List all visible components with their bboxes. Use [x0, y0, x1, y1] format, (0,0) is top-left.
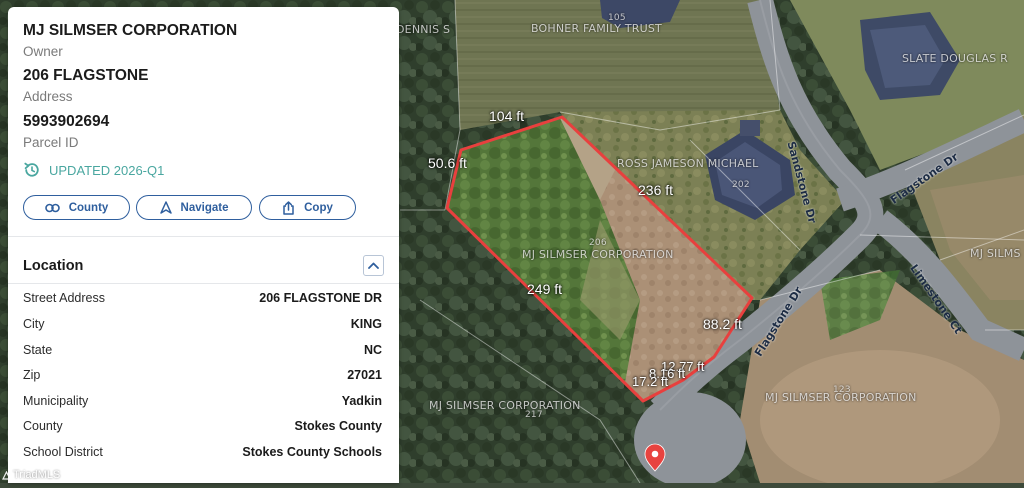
panel-divider — [8, 236, 399, 237]
row-value: Yadkin — [341, 394, 382, 408]
map-label-mj-se: MJ SILMSER CORPORATION — [765, 391, 917, 404]
row-label: County — [23, 419, 63, 433]
property-info-panel: MJ SILMSER CORPORATION Owner 206 FLAGSTO… — [8, 7, 399, 483]
row-value: KING — [350, 317, 382, 331]
copy-button-label: Copy — [304, 201, 333, 214]
parcel-id-label: Parcel ID — [23, 135, 79, 150]
refresh-clock-icon — [24, 162, 39, 177]
watermark: TriadMLS — [2, 469, 60, 481]
map-label-ross: ROSS JAMESON MICHAEL — [617, 157, 759, 170]
county-button-label: County — [68, 201, 109, 214]
dimension-bottom: 249 ft — [527, 281, 563, 297]
row-label: City — [23, 317, 45, 331]
watermark-text: TriadMLS — [13, 469, 61, 481]
row-value: 27021 — [347, 368, 382, 382]
copy-button[interactable]: Copy — [259, 195, 356, 220]
dimension-east: 88.2 ft — [703, 316, 742, 332]
updated-text: UPDATED 2026-Q1 — [49, 162, 165, 178]
location-row-city: City KING — [23, 314, 382, 334]
row-value: Stokes County Schools — [242, 445, 382, 459]
row-label: Street Address — [23, 291, 105, 305]
map-label-slate: SLATE DOUGLAS R — [902, 52, 1008, 65]
panel-divider — [8, 283, 399, 284]
row-value: 206 FLAGSTONE DR — [259, 291, 382, 305]
updated-indicator: UPDATED 2026-Q1 — [23, 161, 164, 179]
row-value: Stokes County — [294, 419, 382, 433]
location-row-zip: Zip 27021 — [23, 365, 382, 385]
map-label-bohner: BOHNER FAMILY TRUST — [531, 22, 662, 35]
triad-logo-icon — [2, 470, 11, 480]
map-label-dennis: DENNIS S — [396, 23, 451, 36]
chevron-up-icon — [368, 262, 379, 269]
dimension-left: 50.6 ft — [428, 155, 467, 171]
map-label-subject-number: 206 — [589, 238, 607, 248]
location-row-county: County Stokes County — [23, 416, 382, 436]
row-label: State — [23, 343, 53, 357]
row-value: NC — [363, 343, 382, 357]
dimension-top: 104 ft — [489, 108, 525, 124]
share-icon — [283, 200, 294, 215]
map-label-mj-east: MJ SILMS — [970, 247, 1021, 260]
row-label: School District — [23, 445, 103, 459]
dimension-right: 236 ft — [638, 182, 674, 198]
location-row-street-address: Street Address 206 FLAGSTONE DR — [23, 288, 382, 308]
location-row-state: State NC — [23, 340, 382, 360]
location-section-title: Location — [23, 258, 84, 274]
location-row-school-district: School District Stokes County Schools — [23, 442, 382, 462]
map-label-ross-number: 202 — [732, 180, 750, 190]
navigate-button-label: Navigate — [180, 201, 229, 214]
county-button[interactable]: County — [23, 195, 130, 220]
owner-label: Owner — [23, 44, 63, 59]
row-label: Zip — [23, 368, 41, 382]
map-label-subject: MJ SILMSER CORPORATION — [522, 248, 674, 261]
navigation-arrow-icon — [159, 201, 172, 214]
address-value: 206 FLAGSTONE — [23, 67, 149, 84]
location-row-municipality: Municipality Yadkin — [23, 391, 382, 411]
parcel-id-value: 5993902694 — [23, 113, 110, 130]
map-label-mj-south: MJ SILMSER CORPORATION — [429, 399, 581, 412]
owner-name: MJ SILMSER CORPORATION — [23, 22, 238, 39]
link-icon — [44, 203, 60, 212]
dimension-arc-3: 17.2 ft — [632, 374, 669, 389]
row-label: Municipality — [23, 394, 89, 408]
navigate-button[interactable]: Navigate — [136, 195, 252, 220]
collapse-section-button[interactable] — [363, 255, 384, 276]
address-label: Address — [23, 89, 73, 104]
